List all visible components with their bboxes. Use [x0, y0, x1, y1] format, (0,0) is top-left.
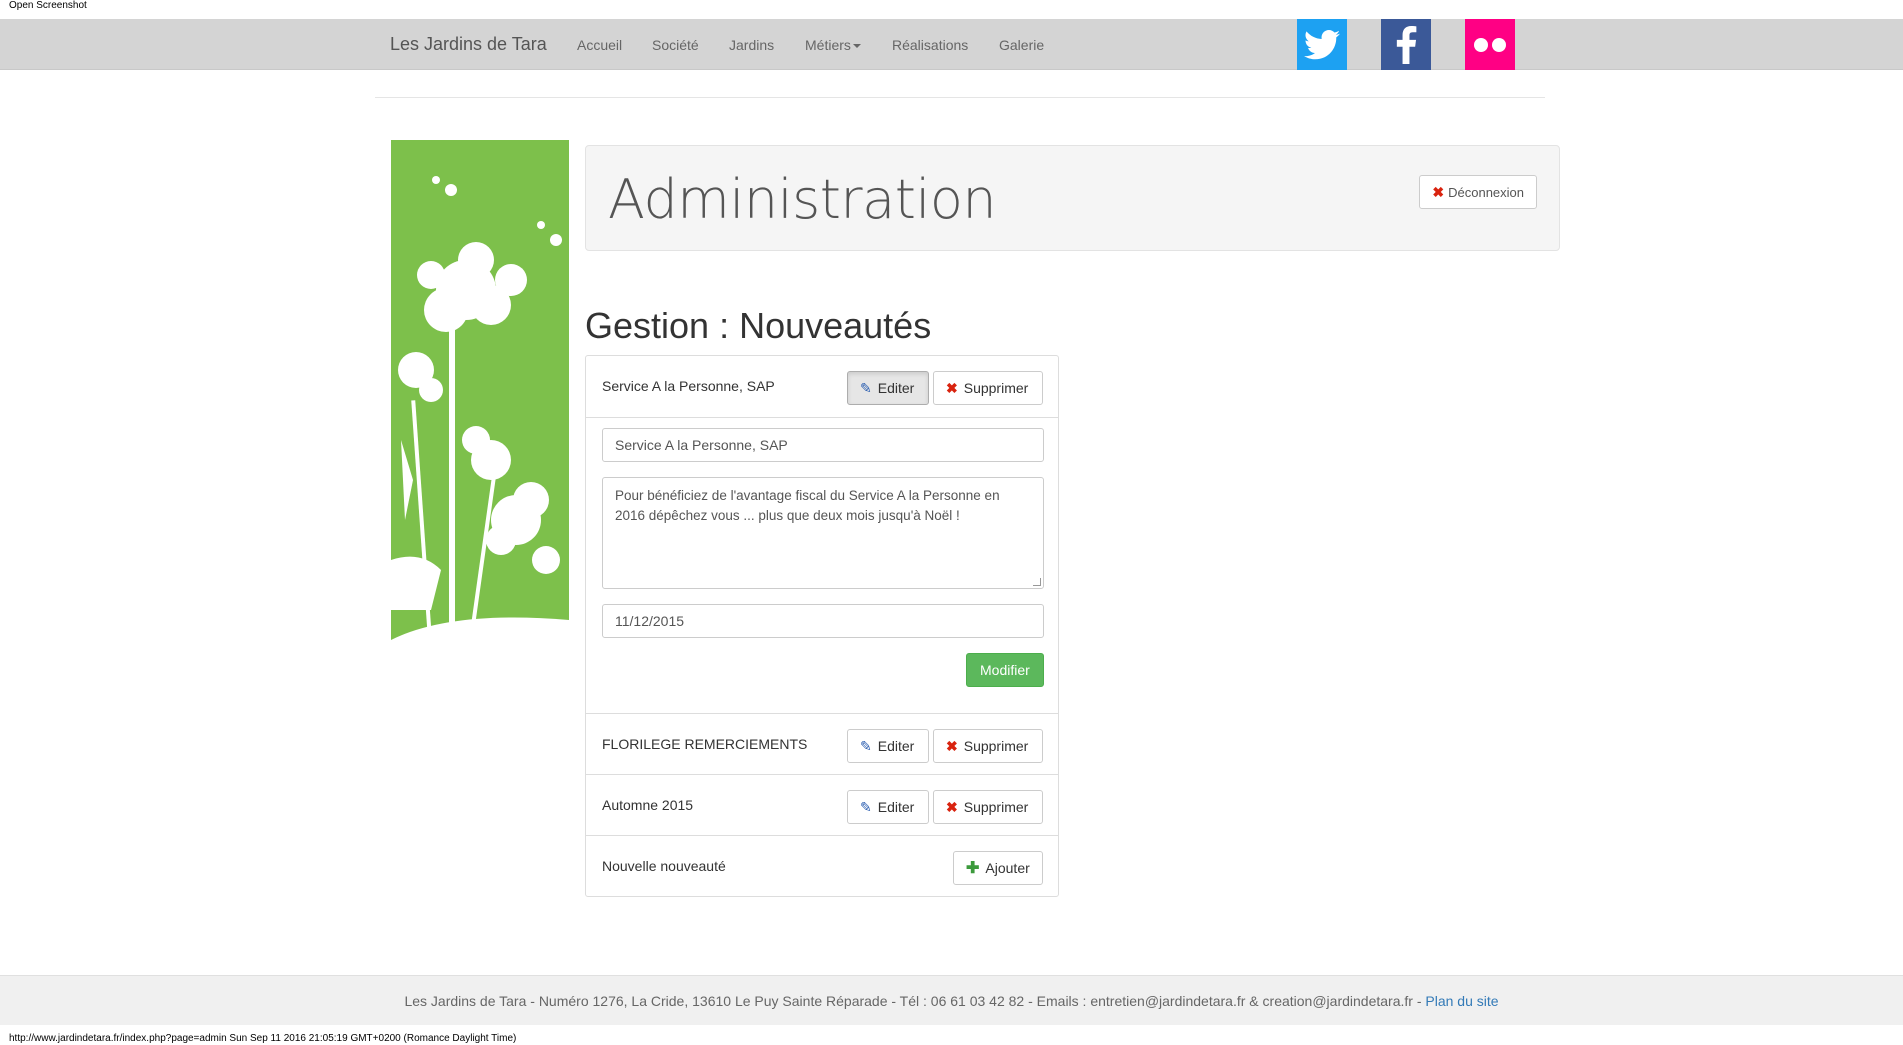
- close-icon: ✖: [946, 798, 958, 815]
- news-item-label: FLORILEGE REMERCIEMENTS: [602, 736, 808, 752]
- description-textarea[interactable]: Pour bénéficiez de l'avantage fiscal du …: [602, 477, 1044, 589]
- new-item-row: Nouvelle nouveauté ✚ Ajouter: [586, 835, 1058, 896]
- news-list: Service A la Personne, SAP ✎ Editer ✖ Su…: [585, 355, 1059, 897]
- edit-button[interactable]: ✎ Editer: [847, 371, 929, 405]
- page-title: Administration: [608, 168, 997, 231]
- description-text: Pour bénéficiez de l'avantage fiscal du …: [615, 488, 1000, 523]
- new-item-label: Nouvelle nouveauté: [602, 858, 726, 874]
- plus-icon: ✚: [966, 860, 980, 877]
- title-input[interactable]: Service A la Personne, SAP: [602, 428, 1044, 462]
- nav-item-galerie[interactable]: Galerie: [999, 37, 1044, 53]
- caret-down-icon: [852, 44, 861, 49]
- add-label: Ajouter: [985, 860, 1030, 876]
- header-divider: [375, 97, 1545, 98]
- nav-item-realisations[interactable]: Réalisations: [892, 37, 968, 53]
- delete-button[interactable]: ✖ Supprimer: [933, 729, 1043, 763]
- delete-label: Supprimer: [963, 380, 1029, 396]
- nav-item-accueil[interactable]: Accueil: [577, 37, 622, 53]
- pencil-icon: ✎: [860, 798, 872, 815]
- twitter-icon: [1304, 29, 1340, 59]
- resize-handle[interactable]: [1033, 578, 1041, 586]
- section-title: Gestion : Nouveautés: [585, 305, 932, 346]
- edit-label: Editer: [877, 738, 915, 754]
- delete-button[interactable]: ✖ Supprimer: [933, 790, 1043, 824]
- logout-label: Déconnexion: [1448, 184, 1524, 200]
- list-item: Automne 2015 ✎ Editer ✖ Supprimer: [586, 774, 1058, 835]
- navbar: Les Jardins de Tara Accueil Société Jard…: [0, 19, 1903, 70]
- edit-label: Editer: [877, 799, 915, 815]
- close-icon: ✖: [946, 737, 958, 754]
- list-item: Service A la Personne, SAP ✎ Editer ✖ Su…: [586, 356, 1058, 417]
- pencil-icon: ✎: [860, 737, 872, 754]
- edit-form: Service A la Personne, SAP Pour bénéfici…: [586, 417, 1058, 713]
- decorative-plant-image: [391, 140, 569, 710]
- news-item-label: Service A la Personne, SAP: [602, 378, 775, 394]
- sitemap-link[interactable]: Plan du site: [1425, 993, 1498, 1009]
- delete-label: Supprimer: [963, 738, 1029, 754]
- edit-button[interactable]: ✎ Editer: [847, 729, 929, 763]
- flickr-link[interactable]: [1465, 19, 1515, 70]
- admin-header: Administration ✖ Déconnexion: [585, 145, 1560, 251]
- list-item: FLORILEGE REMERCIEMENTS ✎ Editer ✖ Suppr…: [586, 713, 1058, 774]
- nav-item-jardins[interactable]: Jardins: [729, 37, 774, 53]
- facebook-link[interactable]: [1381, 19, 1431, 70]
- footer-text: Les Jardins de Tara - Numéro 1276, La Cr…: [404, 993, 1426, 1009]
- news-item-label: Automne 2015: [602, 797, 694, 813]
- edit-label: Editer: [877, 380, 915, 396]
- date-input[interactable]: 11/12/2015: [602, 604, 1044, 638]
- flickr-icon: [1474, 37, 1506, 52]
- delete-label: Supprimer: [963, 799, 1029, 815]
- facebook-icon: [1396, 25, 1417, 64]
- nav-item-metiers-label: Métiers: [805, 37, 851, 53]
- delete-button[interactable]: ✖ Supprimer: [933, 371, 1043, 405]
- edit-button[interactable]: ✎ Editer: [847, 790, 929, 824]
- brand[interactable]: Les Jardins de Tara: [390, 34, 547, 55]
- close-icon: ✖: [946, 379, 958, 396]
- close-icon: ✖: [1432, 183, 1445, 200]
- twitter-link[interactable]: [1297, 19, 1347, 70]
- nav-item-societe[interactable]: Société: [652, 37, 699, 53]
- footer: Les Jardins de Tara - Numéro 1276, La Cr…: [0, 975, 1903, 1025]
- logout-button[interactable]: ✖ Déconnexion: [1419, 175, 1537, 209]
- add-button[interactable]: ✚ Ajouter: [953, 851, 1043, 885]
- pencil-icon: ✎: [860, 379, 872, 396]
- nav-item-metiers[interactable]: Métiers: [805, 37, 861, 53]
- status-bar: http://www.jardindetara.fr/index.php?pag…: [9, 1033, 517, 1044]
- save-button[interactable]: Modifier: [966, 653, 1044, 687]
- window-label: Open Screenshot: [9, 0, 87, 11]
